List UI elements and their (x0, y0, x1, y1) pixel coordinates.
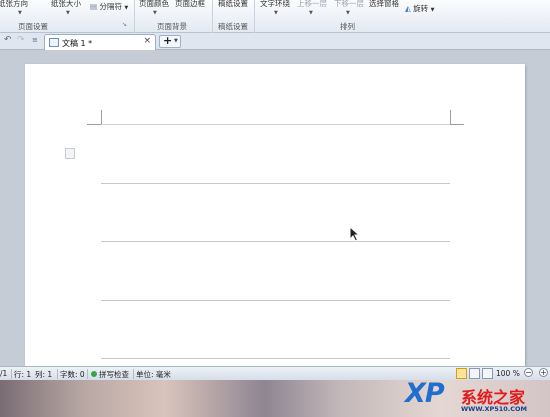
group-label-page-setup: 页面设置 (18, 22, 48, 31)
document-icon (49, 38, 59, 47)
chevron-down-icon: ▼ (153, 10, 157, 16)
page-color-button[interactable]: 页面颜色 (139, 0, 169, 9)
rotate-button[interactable]: ◭ 旋转 ▼ (405, 3, 434, 14)
text-line (101, 358, 450, 359)
row-indicator: 行: 1 (14, 370, 32, 379)
margin-corner-top-right (450, 124, 464, 125)
document-tab[interactable]: 文稿 1 * × (44, 34, 156, 50)
text-line (101, 241, 450, 242)
chevron-down-icon: ▼ (309, 10, 313, 16)
ribbon: 纸张方向 纸张大小 ▼ ▼ ▤ 分隔符 ▼ ↘ 页面设置 页面颜色 页面边框 ▼… (0, 0, 550, 33)
margin-corner-top-left (101, 110, 102, 124)
zoom-level[interactable]: 100 % (496, 369, 520, 378)
group-label-arrange: 排列 (340, 22, 355, 31)
unit-indicator[interactable]: 单位: 毫米 (136, 369, 171, 380)
chevron-down-icon: ▼ (124, 5, 129, 11)
chevron-down-icon: ▼ (66, 10, 70, 16)
spell-check-status-icon (91, 371, 97, 377)
divider (254, 0, 255, 33)
zoom-out-icon[interactable]: − (524, 368, 533, 377)
orientation-button[interactable]: 纸张方向 (0, 0, 28, 9)
word-count[interactable]: 字数: 0 (60, 369, 85, 380)
chevron-down-icon: ▼ (430, 7, 435, 13)
document-tab-bar: ↶ ↷ ≡ 文稿 1 * × + ▼ (0, 33, 550, 50)
spell-check-toggle[interactable]: 拼写检查 (99, 369, 129, 380)
web-view-icon[interactable] (482, 368, 493, 379)
rotate-label: 旋转 (413, 4, 429, 13)
plus-icon: + (163, 34, 173, 47)
quick-access-dropdown-icon[interactable]: ≡ (32, 36, 38, 44)
margin-corner-top-right (450, 110, 451, 124)
separator-button[interactable]: ▤ 分隔符 ▼ (90, 1, 128, 12)
paper-size-button[interactable]: 纸张大小 (51, 0, 81, 9)
watermark-url: WWW.XP510.COM (461, 405, 528, 413)
site-watermark-logo: XP 系统之家 WWW.XP510.COM (405, 378, 550, 417)
manuscript-settings-button[interactable]: 稿纸设置 (218, 0, 248, 9)
chevron-down-icon: ▼ (18, 10, 22, 16)
send-backward-button[interactable]: 下移一层 (334, 0, 364, 9)
divider (57, 369, 58, 379)
text-line (101, 183, 450, 184)
outline-view-icon[interactable] (469, 368, 480, 379)
margin-corner-top-left (87, 124, 101, 125)
watermark-xp: XP (405, 378, 445, 409)
dialog-launcher-icon[interactable]: ↘ (122, 21, 127, 28)
close-tab-icon[interactable]: × (143, 36, 151, 46)
page-view-icon[interactable] (456, 368, 467, 379)
divider (11, 369, 12, 379)
document-tab-title: 文稿 1 * (62, 39, 93, 48)
chevron-down-icon: ▼ (174, 38, 178, 44)
mouse-cursor-icon (349, 226, 361, 242)
selection-pane-button[interactable]: 选择窗格 (369, 0, 399, 9)
divider (87, 369, 88, 379)
divider (212, 0, 213, 33)
document-workspace[interactable] (0, 50, 550, 366)
group-label-manuscript: 稿纸设置 (218, 22, 248, 31)
text-wrap-button[interactable]: 文字环绕 (260, 0, 290, 9)
undo-icon[interactable]: ↶ (4, 35, 12, 45)
group-label-page-background: 页面背景 (157, 22, 187, 31)
rotate-icon: ◭ (405, 4, 411, 13)
separator-label: 分隔符 (99, 2, 122, 11)
divider (134, 0, 135, 33)
text-line (101, 300, 450, 301)
bring-forward-button[interactable]: 上移一层 (297, 0, 327, 9)
desktop-background: XP 系统之家 WWW.XP510.COM (0, 378, 550, 417)
chevron-down-icon: ▼ (346, 10, 350, 16)
document-page[interactable] (25, 64, 525, 366)
divider (133, 369, 134, 379)
column-indicator: 列: 1 (35, 370, 53, 379)
separator-icon: ▤ (90, 2, 98, 11)
page-indicator[interactable]: /1 (0, 369, 7, 378)
redo-icon[interactable]: ↷ (17, 35, 25, 45)
paragraph-anchor-icon (65, 148, 75, 159)
header-line (101, 124, 450, 125)
status-bar: /1 行: 1 列: 1 字数: 0 拼写检查 单位: 毫米 100 % − + (0, 366, 550, 380)
chevron-down-icon: ▼ (274, 10, 278, 16)
page-border-button[interactable]: 页面边框 (175, 0, 205, 9)
new-tab-button[interactable]: + ▼ (159, 34, 181, 48)
zoom-in-icon[interactable]: + (539, 368, 548, 377)
